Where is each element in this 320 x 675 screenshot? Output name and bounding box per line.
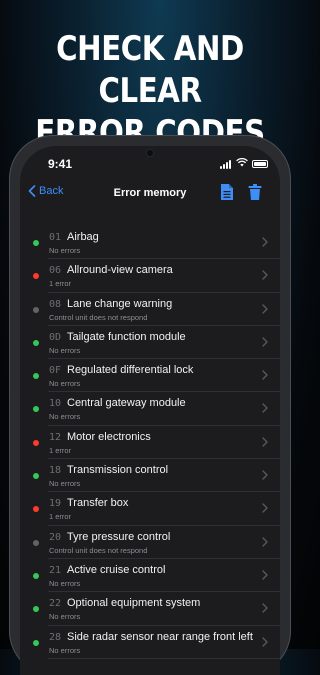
chevron-right-icon — [262, 303, 268, 314]
list-item[interactable]: 08 Lane change warning Control unit does n… — [20, 293, 280, 327]
module-code: 01 — [49, 232, 62, 243]
status-indicator — [33, 273, 39, 280]
list-item[interactable]: 10 Central gateway module No errors — [20, 392, 280, 427]
chevron-right-icon — [262, 603, 268, 613]
status-indicator — [33, 439, 39, 446]
chevron-right-icon — [262, 270, 268, 280]
module-name: Lane change warning — [67, 297, 173, 310]
module-code: 0F — [49, 365, 62, 377]
module-code: 08 — [49, 298, 62, 310]
battery-icon — [252, 160, 268, 168]
status-indicator — [33, 406, 39, 413]
module-status: No errors — [49, 645, 81, 655]
module-code: 28 — [49, 631, 62, 643]
module-status: No errors — [49, 379, 81, 389]
status-indicator — [33, 606, 39, 613]
module-status: No errors — [49, 345, 81, 355]
promo-headline-line1: CHECK AND CLEAR — [56, 29, 244, 111]
module-name: Optional equipment system — [67, 597, 201, 610]
module-name: Allround-view camera — [67, 264, 173, 277]
list-item[interactable]: 0F Regulated differential lock No errors — [20, 359, 280, 393]
module-name: Active cruise control — [67, 563, 166, 576]
page-title: Error memory — [113, 187, 187, 199]
module-code: 20 — [49, 531, 62, 543]
phone-frame: 9:41 Back Error memory 01 Airbag No erro… — [9, 135, 291, 675]
cellular-signal-icon — [220, 160, 232, 169]
module-code: 21 — [49, 564, 62, 576]
wifi-icon — [236, 158, 248, 170]
module-name: Tyre pressure control — [67, 530, 171, 543]
module-status: No errors — [49, 578, 81, 588]
module-code: 06 — [49, 265, 62, 277]
trash-icon[interactable] — [248, 183, 262, 201]
status-indicator — [33, 240, 39, 246]
list-item[interactable]: 20 Tyre pressure control Control unit does… — [20, 526, 280, 560]
module-status: No errors — [49, 246, 81, 255]
list-item[interactable]: 19 Transfer box 1 error — [20, 492, 280, 526]
document-icon[interactable] — [220, 183, 234, 201]
module-name: Transfer box — [67, 497, 129, 510]
module-name: Regulated differential lock — [67, 364, 194, 377]
status-indicator — [33, 373, 39, 380]
module-name: Tailgate function module — [67, 330, 186, 343]
module-code: 18 — [49, 465, 62, 477]
status-time: 9:41 — [48, 157, 73, 171]
list-item[interactable]: 01 Airbag No errors — [20, 226, 280, 260]
list-item[interactable]: 12 Motor electronics 1 error — [20, 426, 280, 460]
error-module-list: 01 Airbag No errors 06 Allround-view camera 1… — [20, 226, 280, 660]
module-code: 0D — [49, 331, 62, 343]
chevron-right-icon — [262, 636, 268, 647]
chevron-right-icon — [262, 470, 268, 480]
chevron-right-icon — [262, 437, 268, 447]
module-status: 1 error — [49, 445, 72, 455]
module-status: Control unit does not respond — [49, 545, 148, 555]
module-code: 22 — [49, 598, 62, 610]
list-item[interactable]: 06 Allround-view camera 1 error — [20, 259, 280, 293]
chevron-right-icon — [262, 370, 268, 380]
status-bar: 9:41 — [20, 154, 280, 174]
chevron-right-icon — [262, 537, 268, 547]
status-indicator — [33, 572, 39, 579]
status-indicator — [33, 473, 39, 480]
list-item[interactable]: 28 Side radar sensor near range front lef… — [20, 626, 280, 660]
module-status: No errors — [49, 612, 81, 622]
module-code: 19 — [49, 498, 62, 510]
module-name: Central gateway module — [67, 397, 186, 410]
status-indicator — [33, 639, 39, 646]
chevron-right-icon — [262, 337, 268, 347]
chevron-right-icon — [262, 403, 268, 414]
phone-screen: 9:41 Back Error memory 01 Airbag No erro… — [20, 146, 280, 675]
module-status: No errors — [49, 412, 81, 422]
list-item[interactable]: 0D Tailgate function module No errors — [20, 326, 280, 360]
chevron-right-icon — [262, 570, 268, 580]
module-name: Motor electronics — [67, 430, 151, 443]
status-indicator — [33, 506, 39, 513]
module-status: No errors — [49, 479, 81, 489]
module-code: 12 — [49, 431, 62, 443]
chevron-right-icon — [262, 503, 268, 514]
chevron-right-icon — [262, 237, 268, 247]
nav-bar: Back Error memory — [20, 180, 280, 208]
list-item[interactable]: 18 Transmission control No errors — [20, 459, 280, 493]
module-status: Control unit does not respond — [49, 312, 148, 322]
status-indicator — [33, 306, 39, 313]
status-indicator — [33, 339, 39, 346]
module-status: 1 error — [49, 512, 72, 522]
module-name: Airbag — [67, 231, 99, 243]
list-item[interactable]: 21 Active cruise control No errors — [20, 559, 280, 593]
module-code: 10 — [49, 398, 62, 410]
module-status: 1 error — [49, 279, 72, 289]
module-name: Transmission control — [67, 464, 169, 477]
module-name: Side radar sensor near range front left — [67, 630, 253, 643]
list-item[interactable]: 22 Optional equipment system No errors — [20, 592, 280, 626]
status-indicator — [33, 539, 39, 546]
